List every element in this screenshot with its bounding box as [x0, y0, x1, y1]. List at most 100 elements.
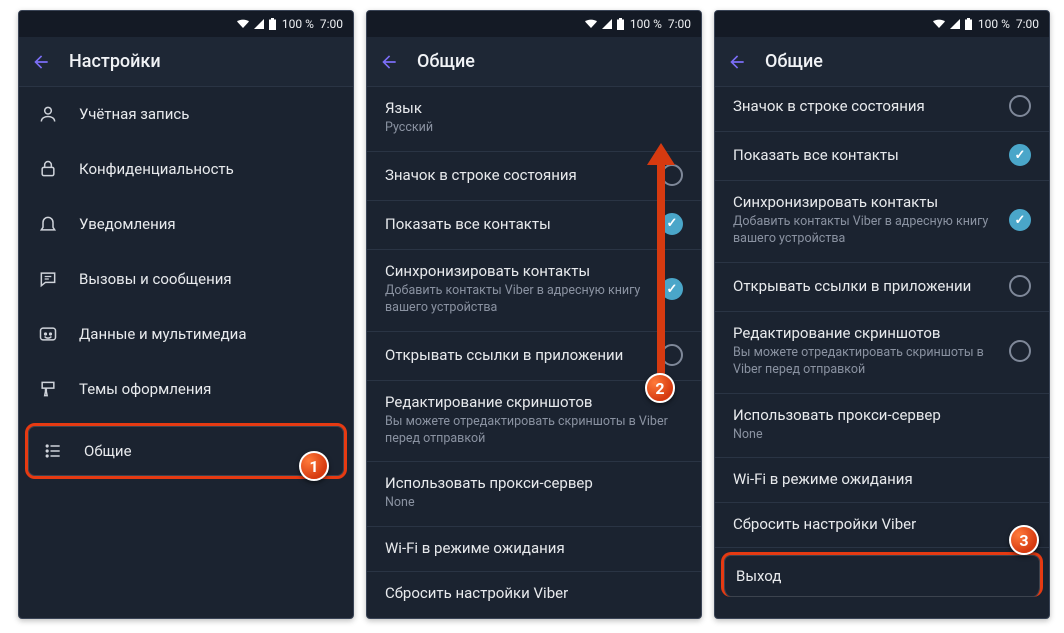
step-badge-2: 2 [645, 373, 675, 403]
setting-proxy[interactable]: Использовать прокси-сервер None [367, 462, 701, 527]
setting-sub: Русский [385, 120, 683, 137]
step-badge-3: 3 [1009, 525, 1039, 555]
row-data[interactable]: Данные и мультимедиа [19, 307, 353, 362]
setting-open-links[interactable]: Открывать ссылки в приложении [367, 332, 701, 381]
time-text: 7:00 [1016, 17, 1039, 31]
setting-title: Использовать прокси-сервер [733, 406, 1031, 424]
setting-title: Открывать ссылки в приложении [385, 346, 649, 364]
page-title: Общие [417, 51, 475, 72]
time-text: 7:00 [320, 17, 343, 31]
setting-title: Показать все контакты [385, 215, 649, 233]
scroll-up-arrow-icon [657, 163, 665, 393]
statusbar: 100 % 7:00 [19, 11, 353, 37]
row-label: Конфиденциальность [79, 160, 234, 178]
cell-icon [602, 19, 612, 29]
phone-settings: 100 % 7:00 Настройки Учётная запись Конф… [18, 10, 354, 619]
row-calls[interactable]: Вызовы и сообщения [19, 252, 353, 307]
setting-sub: Вы можете отредактировать скриншоты в Vi… [385, 414, 683, 448]
setting-sub: Вы можете отредактировать скриншоты в Vi… [733, 345, 997, 379]
back-icon[interactable] [31, 52, 51, 72]
setting-wifi-idle[interactable]: Wi-Fi в режиме ожидания [367, 527, 701, 572]
toggle-checked[interactable] [1009, 209, 1031, 231]
setting-proxy[interactable]: Использовать прокси-сервер None [715, 394, 1049, 459]
brush-icon [37, 378, 59, 400]
row-general-highlighted[interactable]: Общие [25, 423, 347, 479]
cell-icon [950, 19, 960, 29]
setting-sync-contacts[interactable]: Синхронизировать контакты Добавить конта… [367, 250, 701, 332]
back-icon[interactable] [379, 52, 399, 72]
setting-show-all-contacts[interactable]: Показать все контакты [367, 201, 701, 250]
setting-title: Выход [736, 567, 1028, 585]
row-label: Общие [84, 442, 132, 460]
toggle-unchecked[interactable] [1009, 340, 1031, 362]
setting-title: Редактирование скриншотов [385, 393, 683, 411]
setting-title: Язык [385, 99, 683, 117]
setting-title: Wi-Fi в режиме ожидания [733, 470, 1031, 488]
row-label: Учётная запись [79, 105, 189, 123]
toggle-unchecked[interactable] [1009, 95, 1031, 117]
battery-icon [617, 18, 624, 30]
row-notifications[interactable]: Уведомления [19, 197, 353, 252]
setting-title: Редактирование скриншотов [733, 324, 997, 342]
signal-icons [585, 18, 624, 30]
cell-icon [254, 19, 264, 29]
setting-open-links[interactable]: Открывать ссылки в приложении [715, 263, 1049, 312]
row-label: Вызовы и сообщения [79, 270, 232, 288]
setting-reset[interactable]: Сбросить настройки Viber [715, 503, 1049, 548]
app-header: Общие [715, 37, 1049, 87]
toggle-checked[interactable] [1009, 144, 1031, 166]
setting-title: Синхронизировать контакты [733, 193, 997, 211]
setting-sub: None [385, 495, 683, 512]
setting-title: Использовать прокси-сервер [385, 474, 683, 492]
row-account[interactable]: Учётная запись [19, 87, 353, 142]
phone-general-bottom: 100 % 7:00 Общие Значок в строке состоян… [714, 10, 1050, 619]
setting-title: Wi-Fi в режиме ожидания [385, 539, 683, 557]
step-badge-1: 1 [299, 451, 329, 481]
lock-icon [37, 158, 59, 180]
setting-exit-highlighted[interactable]: Выход [721, 552, 1043, 597]
row-label: Уведомления [79, 215, 176, 233]
setting-status-icon[interactable]: Значок в строке состояния [715, 87, 1049, 132]
setting-title: Сбросить настройки Viber [385, 584, 683, 602]
list-icon [42, 440, 64, 462]
media-icon [37, 323, 59, 345]
setting-sub: Добавить контакты Viber в адресную книгу… [733, 214, 997, 248]
setting-title: Сбросить настройки Viber [733, 515, 1031, 533]
row-themes[interactable]: Темы оформления [19, 362, 353, 417]
general-list[interactable]: Язык Русский Значок в строке состояния П… [367, 87, 701, 618]
row-privacy[interactable]: Конфиденциальность [19, 142, 353, 197]
setting-title: Синхронизировать контакты [385, 262, 649, 280]
setting-wifi-idle[interactable]: Wi-Fi в режиме ожидания [715, 458, 1049, 503]
setting-title: Значок в строке состояния [385, 166, 649, 184]
setting-title: Открывать ссылки в приложении [733, 277, 997, 295]
page-title: Настройки [69, 51, 161, 72]
phone-general-top: 100 % 7:00 Общие Язык Русский Значок в с… [366, 10, 702, 619]
chat-icon [37, 268, 59, 290]
app-header: Общие [367, 37, 701, 87]
settings-list: Учётная запись Конфиденциальность Уведом… [19, 87, 353, 618]
battery-text: 100 % [282, 17, 314, 31]
setting-sub: Добавить контакты Viber в адресную книгу… [385, 283, 649, 317]
setting-show-all-contacts[interactable]: Показать все контакты [715, 132, 1049, 181]
battery-text: 100 % [978, 17, 1010, 31]
setting-sync-contacts[interactable]: Синхронизировать контакты Добавить конта… [715, 181, 1049, 263]
battery-icon [269, 18, 276, 30]
user-icon [37, 103, 59, 125]
statusbar: 100 % 7:00 [367, 11, 701, 37]
page-title: Общие [765, 51, 823, 72]
signal-icons [933, 18, 972, 30]
setting-title: Показать все контакты [733, 146, 997, 164]
battery-icon [965, 18, 972, 30]
setting-title: Значок в строке состояния [733, 97, 997, 115]
back-icon[interactable] [727, 52, 747, 72]
toggle-unchecked[interactable] [1009, 275, 1031, 297]
statusbar: 100 % 7:00 [715, 11, 1049, 37]
row-label: Данные и мультимедиа [79, 325, 246, 343]
battery-text: 100 % [630, 17, 662, 31]
setting-reset[interactable]: Сбросить настройки Viber [367, 572, 701, 616]
setting-sub: None [733, 427, 1031, 444]
bell-icon [37, 213, 59, 235]
wifi-icon [237, 19, 249, 29]
setting-screenshot-edit[interactable]: Редактирование скриншотов Вы можете отре… [715, 312, 1049, 394]
general-list-scrolled[interactable]: Значок в строке состояния Показать все к… [715, 87, 1049, 618]
